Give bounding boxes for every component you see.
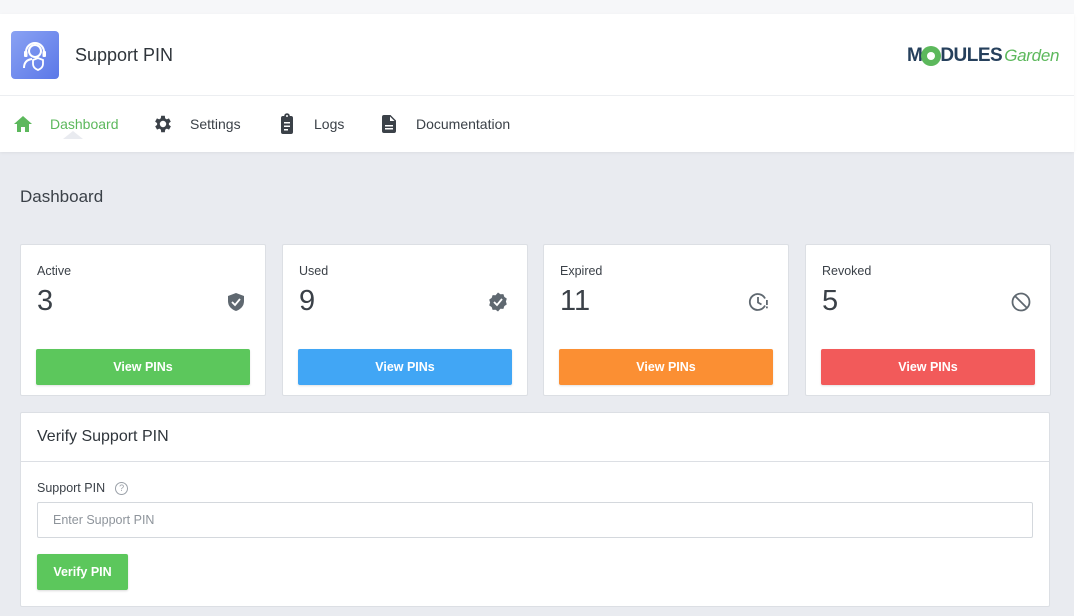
headset-shield-icon [11,31,59,79]
brand-word: DULES [940,45,1003,66]
stat-card-expired: Expired 11 View PINs [543,244,789,396]
card-value: 3 [37,285,54,317]
stat-card-revoked: Revoked 5 View PINs [805,244,1051,396]
nav-item-logs[interactable]: Logs [276,96,344,152]
home-icon [12,113,34,135]
panel-title: Verify Support PIN [21,413,1049,462]
nav-item-settings[interactable]: Settings [152,96,241,152]
nav-label: Dashboard [50,116,119,132]
card-value: 11 [560,285,591,317]
help-icon[interactable]: ? [115,481,129,495]
stat-card-used: Used 9 View PINs [282,244,528,396]
gear-icon [152,113,174,135]
view-active-pins-button[interactable]: View PINs [36,349,250,385]
card-label: Used [299,264,329,278]
app-header: Support PIN M DULES Garden Dashboard Set… [0,14,1074,152]
badge-check-icon [487,291,509,313]
top-bar-strip [0,0,1074,14]
stat-card-active: Active 3 View PINs [20,244,266,396]
card-label: Active [37,264,72,278]
card-value: 9 [299,285,316,317]
modulesgarden-logo[interactable]: M DULES Garden [907,44,1059,68]
app-title: Support PIN [75,45,174,65]
view-used-pins-button[interactable]: View PINs [298,349,512,385]
brand-garden: Garden [1004,46,1060,65]
nav-item-dashboard[interactable]: Dashboard [12,96,119,152]
verify-support-pin-panel: Verify Support PIN Support PIN ? Verify … [20,412,1050,607]
main-nav: Dashboard Settings Logs Documentation [0,96,1074,152]
view-expired-pins-button[interactable]: View PINs [559,349,773,385]
card-label: Revoked [822,264,872,278]
support-pin-input[interactable] [37,502,1033,538]
verify-pin-button[interactable]: Verify PIN [37,554,128,590]
clipboard-icon [276,113,298,135]
active-tab-caret [63,131,83,139]
ban-icon [1010,291,1032,313]
brand-gear-icon [921,46,942,66]
field-label: Support PIN [37,481,106,495]
brand-letter: M [907,45,923,66]
nav-label: Settings [190,116,241,132]
clock-alert-icon [748,291,770,313]
view-revoked-pins-button[interactable]: View PINs [821,349,1035,385]
shield-check-icon [225,291,247,313]
nav-label: Documentation [416,116,511,132]
card-value: 5 [822,285,839,317]
support-pin-label: Support PIN ? [37,481,129,495]
document-icon [378,113,400,135]
nav-item-documentation[interactable]: Documentation [378,96,510,152]
page-title: Dashboard [20,187,104,206]
card-label: Expired [560,264,603,278]
nav-label: Logs [314,116,345,132]
